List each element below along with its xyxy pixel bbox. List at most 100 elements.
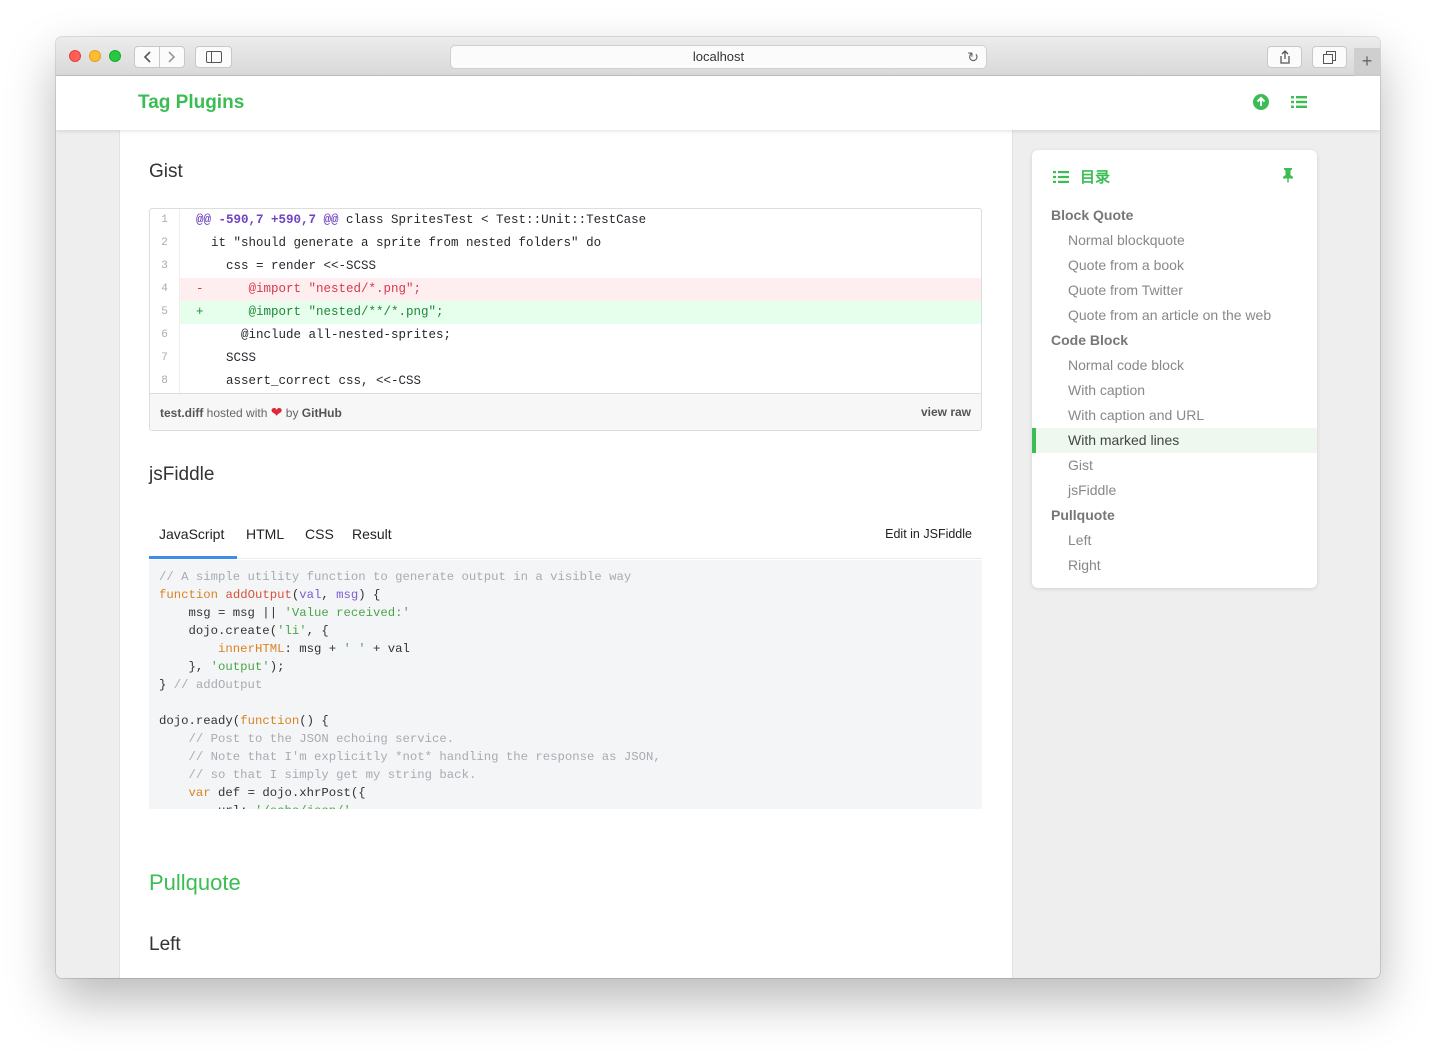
line-number: 8 [150,370,180,393]
line-number: 7 [150,347,180,370]
pin-icon[interactable] [1281,167,1295,188]
toc-item[interactable]: Normal code block [1032,353,1317,378]
jsfiddle-code[interactable]: // A simple utility function to generate… [149,560,982,809]
gist-line: 6 @include all-nested-sprites; [150,324,981,347]
forward-button[interactable] [159,46,185,68]
gist-line: 5 + @import "nested/**/*.png"; [150,301,981,324]
address-bar[interactable]: localhost ↻ [450,45,987,69]
tab-css[interactable]: CSS [305,526,334,542]
code-line: var def = dojo.xhrPost({ [188,786,366,800]
code-line: // Note that I'm explicitly *not* handli… [188,750,661,764]
toc-item[interactable]: Pullquote [1032,503,1317,528]
sidebar-icon [205,51,222,63]
tab-overview-button[interactable] [1312,46,1347,68]
close-window-button[interactable] [69,50,81,62]
code-line: msg = msg || 'Value received:' [159,606,410,620]
line-code: + @import "nested/**/*.png"; [180,301,981,324]
gist-line: 4 - @import "nested/*.png"; [150,278,981,301]
line-code: @@ -590,7 +590,7 @@ class SpritesTest < … [180,209,981,232]
line-number: 1 [150,209,180,232]
reload-icon[interactable]: ↻ [967,46,979,68]
minimize-window-button[interactable] [89,50,101,62]
line-code: SCSS [196,351,257,365]
browser-window: localhost ↻ + Tag Plugins Gist 1 @@ -590,… [56,37,1380,978]
diff-text: @import "nested/**/*.png"; [203,305,444,319]
edit-in-jsfiddle-link[interactable]: Edit in JSFiddle [885,527,972,541]
gist-meta: test.diff hosted with ❤ by GitHub view r… [150,393,981,430]
list-icon [1053,170,1069,183]
toc-item[interactable]: jsFiddle [1032,478,1317,503]
gist-heading: Gist [149,161,183,182]
toc-item[interactable]: Left [1032,528,1317,553]
share-button[interactable] [1267,46,1302,68]
toc-item[interactable]: Code Block [1032,328,1317,353]
tab-result[interactable]: Result [352,526,392,542]
sidebar-toggle-button[interactable] [195,46,232,68]
hunk-header: @@ -590,7 +590,7 @@ [196,213,339,227]
hunk-context: class SpritesTest < Test::Unit::TestCase [338,213,647,227]
line-code: it "should generate a sprite from nested… [196,236,602,250]
back-to-top-icon[interactable] [1252,93,1270,111]
added-line: + @import "nested/**/*.png"; [196,305,444,319]
gist-hosted-text: hosted with [203,406,271,420]
line-number: 2 [150,232,180,255]
github-link[interactable]: GitHub [302,406,342,420]
code-line: dojo.ready(function() { [159,714,329,728]
toc-item[interactable]: With marked lines [1032,428,1317,453]
gist-file-link[interactable]: test.diff [160,406,203,420]
table-of-contents: 目录 Block Quote Normal blockquote Quote fro… [1032,150,1317,588]
site-header: Tag Plugins [56,76,1380,130]
toc-item[interactable]: Quote from an article on the web [1032,303,1317,328]
jsfiddle-heading: jsFiddle [149,464,215,485]
code-line: // so that I simply get my string back. [188,768,477,782]
toc-header: 目录 [1052,166,1110,187]
code-line: function addOutput(val, msg) { [159,588,381,602]
zoom-window-button[interactable] [109,50,121,62]
url-text: localhost [692,49,745,64]
diff-text: @import "nested/*.png"; [203,282,422,296]
new-tab-button[interactable]: + [1354,48,1380,76]
toc-menu-icon[interactable] [1290,93,1308,111]
toc-item[interactable]: With caption and URL [1032,403,1317,428]
article-content: Gist 1 @@ -590,7 +590,7 @@ class SpritesT… [119,130,1013,978]
chevron-left-icon [143,51,151,63]
gist-by-text: by [282,406,302,420]
code-line: dojo.create('li', { [159,624,329,638]
chevron-right-icon [168,51,176,63]
code-line: } // addOutput [159,678,263,692]
jsfiddle-tabs: JavaScript HTML CSS Result Edit in JSFid… [149,514,982,559]
back-button[interactable] [134,46,160,68]
toc-title: 目录 [1080,169,1111,186]
gist-line: 7 SCSS [150,347,981,370]
toc-item[interactable]: Quote from Twitter [1032,278,1317,303]
gist-embed: 1 @@ -590,7 +590,7 @@ class SpritesTest <… [149,208,982,431]
gist-line: 2 it "should generate a sprite from nest… [150,232,981,255]
view-raw-link[interactable]: view raw [921,394,971,430]
gist-code: 1 @@ -590,7 +590,7 @@ class SpritesTest <… [150,209,981,393]
code-line: innerHTML: msg + ' ' + val [218,642,410,656]
tabs-icon [1323,50,1336,64]
line-number: 3 [150,255,180,278]
code-line: // Post to the JSON echoing service. [188,732,455,746]
toc-item[interactable]: Normal blockquote [1032,228,1317,253]
gist-line: 8 assert_correct css, <<-CSS [150,370,981,393]
code-line: url: '/echo/json/', [159,802,972,809]
pullquote-heading: Pullquote [149,870,241,895]
toc-item[interactable]: Gist [1032,453,1317,478]
share-icon [1279,50,1290,64]
tab-html[interactable]: HTML [246,526,284,542]
tab-javascript[interactable]: JavaScript [159,526,224,542]
gist-line: 3 css = render <<-SCSS [150,255,981,278]
line-code: css = render <<-SCSS [196,259,377,273]
line-code: @include all-nested-sprites; [196,328,452,342]
site-title[interactable]: Tag Plugins [138,92,244,114]
toc-item[interactable]: Right [1032,553,1317,578]
line-number: 6 [150,324,180,347]
toc-item[interactable]: With caption [1032,378,1317,403]
line-code: - @import "nested/*.png"; [180,278,981,301]
toc-item[interactable]: Quote from a book [1032,253,1317,278]
toc-item[interactable]: Block Quote [1032,203,1317,228]
active-tab-indicator [149,556,237,559]
removed-line: - @import "nested/*.png"; [196,282,421,296]
